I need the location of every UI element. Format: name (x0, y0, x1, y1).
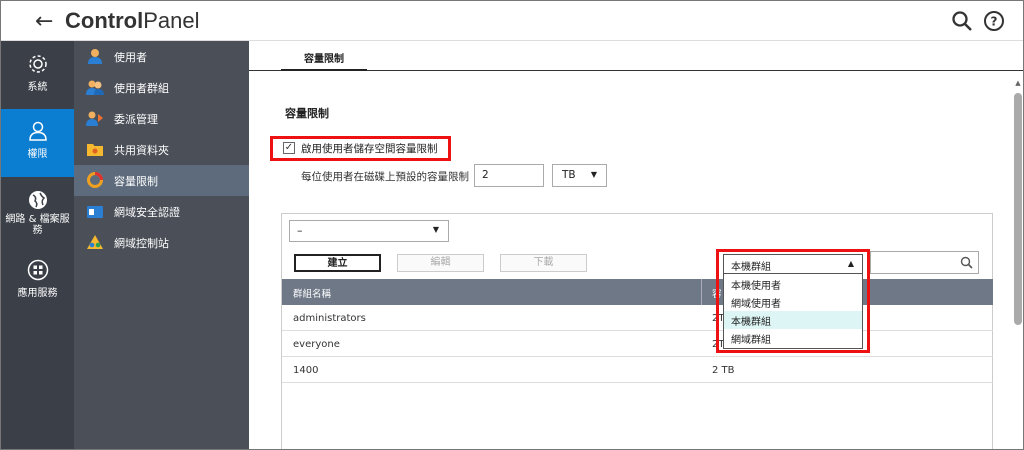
column-divider (701, 279, 702, 305)
svg-text:?: ? (991, 15, 998, 29)
search-icon[interactable] (951, 10, 973, 32)
submenu: 使用者 使用者群組 委派管理 共用資料夾 容量限制 網域安全認證 網域控制站 (74, 41, 249, 449)
quota-unit-select[interactable]: TB ▼ (552, 164, 607, 187)
tab-bar: 容量限制 (249, 41, 1023, 71)
scrollbar-thumb[interactable] (1014, 93, 1022, 325)
globe-icon (28, 191, 47, 209)
enable-quota-highlight: ✓ 啟用使用者儲存空間容量限制 (270, 136, 451, 161)
option-local-users[interactable]: 本機使用者 (724, 275, 862, 293)
folder-share-icon (87, 144, 103, 156)
section-title: 容量限制 (285, 107, 329, 120)
download-button[interactable]: 下載 (500, 254, 587, 272)
search-icon (960, 256, 973, 269)
option-local-groups[interactable]: 本機群組 (724, 311, 862, 329)
grid-icon (27, 259, 48, 281)
dropdown-up-arrow-icon: ▲ (847, 259, 854, 268)
table-header: 群組名稱 容 (282, 279, 993, 305)
sidebar-item-domain-security[interactable]: 網域安全認證 (74, 196, 249, 227)
quota-pie-icon (87, 172, 103, 188)
tab-quota[interactable]: 容量限制 (281, 41, 367, 71)
option-domain-groups[interactable]: 網域群組 (724, 329, 862, 347)
sidebar-item-delegated-admin[interactable]: 委派管理 (74, 103, 249, 134)
help-icon[interactable]: ? (983, 10, 1005, 32)
app-title: ControlPanel (65, 8, 200, 33)
filter-select[interactable]: – ▼ (289, 220, 449, 242)
top-bar: ← ControlPanel ? (1, 1, 1023, 41)
enable-quota-checkbox[interactable]: ✓ (283, 142, 295, 154)
account-type-options: 本機使用者 網域使用者 本機群組 網域群組 (723, 274, 863, 349)
table-row[interactable]: 1400 2 TB (282, 357, 993, 383)
dropdown-arrow-icon: ▼ (590, 170, 597, 179)
search-input[interactable] (870, 251, 979, 274)
sidebar-item-quota[interactable]: 容量限制 (74, 165, 249, 196)
user-group-icon (86, 80, 104, 95)
create-button[interactable]: 建立 (294, 254, 381, 272)
rail-item-application-services[interactable]: 應用服務 (1, 259, 74, 303)
table-row[interactable]: everyone 2T (282, 331, 993, 357)
option-domain-users[interactable]: 網域使用者 (724, 293, 862, 311)
user-icon (28, 121, 47, 141)
table-row[interactable]: administrators 2T (282, 305, 993, 331)
sidebar-item-domain-controller[interactable]: 網域控制站 (74, 227, 249, 258)
default-quota-label: 每位使用者在磁碟上預設的容量限制 (301, 171, 469, 183)
rail-item-system[interactable]: 系統 (1, 53, 74, 103)
rail-item-privilege[interactable]: 權限 (1, 109, 74, 177)
scroll-up-arrow-icon[interactable]: ▲ (1013, 79, 1023, 89)
delegate-icon (86, 111, 103, 126)
user-icon (88, 49, 102, 64)
gear-icon (28, 55, 47, 73)
enable-quota-label: 啟用使用者儲存空間容量限制 (301, 143, 438, 155)
sidebar-item-users[interactable]: 使用者 (74, 41, 249, 72)
edit-button[interactable]: 編輯 (397, 254, 484, 272)
default-quota-input[interactable]: 2 (474, 164, 544, 187)
quota-panel: – ▼ 建立 編輯 下載 群組名稱 容 administrators 2T eve… (281, 213, 993, 449)
column-header-group-name[interactable]: 群組名稱 (293, 286, 331, 300)
dropdown-arrow-icon: ▼ (432, 225, 439, 234)
control-panel-window: ← ControlPanel ? 系統 權限 網路 & 檔案服務 應用服務 使用… (0, 0, 1024, 450)
main-content: 容量限制 容量限制 ✓ 啟用使用者儲存空間容量限制 每位使用者在磁碟上預設的容量… (249, 41, 1023, 449)
category-rail: 系統 權限 網路 & 檔案服務 應用服務 (1, 41, 74, 449)
sidebar-item-shared-folders[interactable]: 共用資料夾 (74, 134, 249, 165)
domain-controller-icon (87, 235, 103, 249)
rail-item-network-file-services[interactable]: 網路 & 檔案服務 (1, 189, 74, 249)
domain-security-icon (87, 206, 103, 218)
account-type-select[interactable]: 本機群組 ▲ (723, 254, 863, 274)
sidebar-item-user-groups[interactable]: 使用者群組 (74, 72, 249, 103)
back-arrow-icon[interactable]: ← (35, 9, 53, 34)
